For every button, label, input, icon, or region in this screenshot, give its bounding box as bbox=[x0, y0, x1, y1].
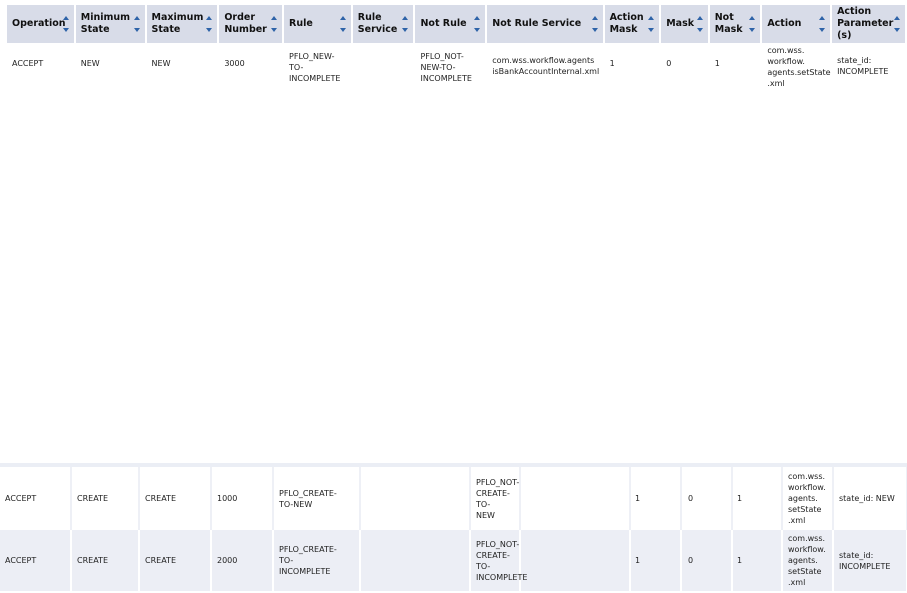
column-header-action-parameters[interactable]: Action Parameter (s) bbox=[832, 5, 907, 43]
cell-action-mask: 1 bbox=[630, 467, 682, 530]
column-header-operation[interactable]: Operation bbox=[7, 5, 76, 43]
column-header-maximum-state[interactable]: Maximum State bbox=[146, 5, 220, 43]
sort-ascending-icon[interactable] bbox=[271, 16, 278, 20]
header-row: Operation Minimum State Maximum State Or… bbox=[7, 5, 907, 43]
cell-minimum-state: CREATE bbox=[71, 467, 140, 530]
sort-descending-icon[interactable] bbox=[648, 28, 655, 32]
cell-action-mask: 1 bbox=[609, 59, 615, 68]
cell-action-parameters: state_id: INCOMPLETE bbox=[837, 56, 889, 76]
sort-descending-icon[interactable] bbox=[271, 28, 278, 32]
cell-not-rule: PFLO_NOT- NEW-TO- INCOMPLETE bbox=[420, 52, 472, 83]
table-row: ACCEPT CREATE CREATE 1000 PFLO_CREATE- T… bbox=[0, 467, 907, 530]
sort-descending-icon[interactable] bbox=[696, 28, 703, 32]
column-header-order-number[interactable]: Order Number bbox=[219, 5, 285, 43]
column-header-action-mask[interactable]: Action Mask bbox=[604, 5, 662, 43]
cell-not-rule-service bbox=[520, 530, 631, 591]
column-header-not-mask[interactable]: Not Mask bbox=[709, 5, 763, 43]
cell-maximum-state: CREATE bbox=[139, 530, 212, 591]
cell-mask: 0 bbox=[681, 467, 733, 530]
sort-arrows[interactable] bbox=[133, 16, 142, 33]
sort-arrows[interactable] bbox=[402, 16, 410, 33]
cell-rule: PFLO_CREATE- TO-NEW bbox=[273, 467, 361, 530]
cell-not-rule: PFLO_NOT- CREATE-TO- INCOMPLETE bbox=[470, 530, 527, 591]
sort-arrows[interactable] bbox=[819, 16, 827, 33]
sort-ascending-icon[interactable] bbox=[696, 16, 703, 20]
sort-arrows[interactable] bbox=[474, 16, 482, 33]
cell-not-rule-service bbox=[520, 467, 631, 530]
sort-ascending-icon[interactable] bbox=[648, 16, 655, 20]
cell-rule: PFLO_CREATE- TO- INCOMPLETE bbox=[273, 530, 361, 591]
column-header-rule-service[interactable]: Rule Service bbox=[352, 5, 416, 43]
cell-operation: ACCEPT bbox=[0, 467, 72, 530]
cell-maximum-state: NEW bbox=[151, 59, 171, 68]
sort-arrows[interactable] bbox=[591, 16, 600, 33]
cell-minimum-state: CREATE bbox=[71, 530, 140, 591]
cell-not-rule: PFLO_NOT- CREATE-TO- NEW bbox=[470, 467, 521, 530]
table-row: ACCEPT CREATE CREATE 2000 PFLO_CREATE- T… bbox=[0, 530, 907, 591]
column-header-minimum-state[interactable]: Minimum State bbox=[75, 5, 147, 43]
sort-ascending-icon[interactable] bbox=[402, 16, 409, 20]
sort-descending-icon[interactable] bbox=[133, 28, 140, 32]
cell-action-parameters: state_id: NEW bbox=[833, 467, 907, 530]
cell-action-parameters: state_id: INCOMPLETE bbox=[833, 530, 907, 591]
sort-arrows[interactable] bbox=[339, 16, 348, 33]
sort-ascending-icon[interactable] bbox=[894, 16, 900, 20]
cell-operation: ACCEPT bbox=[12, 59, 44, 68]
cell-not-rule-service: com.wss.workflow.agents isBankAccountInt… bbox=[492, 56, 600, 76]
sort-ascending-icon[interactable] bbox=[62, 16, 69, 20]
cell-mask: 0 bbox=[666, 59, 672, 68]
table-row: ACCEPT NEW NEW 3000 PFLO_NEW- TO- INCOMP… bbox=[7, 43, 907, 89]
cell-minimum-state: NEW bbox=[80, 59, 100, 68]
cell-action: com.wss. workflow. agents.setState .xml bbox=[767, 46, 831, 88]
column-header-label: Not Rule Service bbox=[492, 18, 582, 29]
cell-action: com.wss. workflow. agents. setState .xml bbox=[782, 530, 834, 591]
cell-not-mask: 1 bbox=[732, 530, 783, 591]
sort-arrows[interactable] bbox=[696, 16, 705, 33]
column-header-rule[interactable]: Rule bbox=[284, 5, 353, 43]
rules-table-bottom: ACCEPT CREATE CREATE 1000 PFLO_CREATE- T… bbox=[0, 467, 907, 591]
column-header-not-rule-service[interactable]: Not Rule Service bbox=[487, 5, 605, 43]
cell-order-number: 1000 bbox=[211, 467, 274, 530]
sort-arrows[interactable] bbox=[648, 16, 656, 33]
sort-arrows[interactable] bbox=[749, 16, 757, 33]
cell-operation: ACCEPT bbox=[0, 530, 72, 591]
rules-table-bottom-section: ACCEPT CREATE CREATE 1000 PFLO_CREATE- T… bbox=[0, 463, 907, 591]
sort-ascending-icon[interactable] bbox=[339, 16, 346, 20]
cell-rule-service bbox=[360, 467, 471, 530]
cell-action: com.wss. workflow. agents. setState .xml bbox=[782, 467, 834, 530]
cell-maximum-state: CREATE bbox=[139, 467, 212, 530]
sort-descending-icon[interactable] bbox=[591, 28, 598, 32]
cell-not-mask: 1 bbox=[714, 59, 720, 68]
cell-order-number: 2000 bbox=[211, 530, 274, 591]
column-header-mask[interactable]: Mask bbox=[661, 5, 710, 43]
cell-action-mask: 1 bbox=[630, 530, 682, 591]
sort-descending-icon[interactable] bbox=[894, 28, 900, 32]
cell-rule-service bbox=[353, 43, 416, 89]
sort-ascending-icon[interactable] bbox=[133, 16, 140, 20]
cell-rule-service bbox=[360, 530, 471, 591]
sort-descending-icon[interactable] bbox=[749, 28, 756, 32]
cell-mask: 0 bbox=[681, 530, 733, 591]
sort-ascending-icon[interactable] bbox=[474, 16, 481, 20]
sort-ascending-icon[interactable] bbox=[206, 16, 213, 20]
sort-arrows[interactable] bbox=[206, 16, 214, 33]
sort-ascending-icon[interactable] bbox=[749, 16, 756, 20]
cell-order-number: 3000 bbox=[224, 59, 245, 68]
sort-descending-icon[interactable] bbox=[62, 28, 69, 32]
sort-descending-icon[interactable] bbox=[402, 28, 409, 32]
sort-descending-icon[interactable] bbox=[819, 28, 826, 32]
sort-arrows[interactable] bbox=[62, 16, 71, 33]
sort-descending-icon[interactable] bbox=[206, 28, 213, 32]
sort-ascending-icon[interactable] bbox=[591, 16, 598, 20]
sort-descending-icon[interactable] bbox=[339, 28, 346, 32]
sort-arrows[interactable] bbox=[271, 16, 279, 33]
sort-ascending-icon[interactable] bbox=[819, 16, 826, 20]
column-header-action[interactable]: Action bbox=[762, 5, 833, 43]
cell-not-mask: 1 bbox=[732, 467, 783, 530]
sort-descending-icon[interactable] bbox=[474, 28, 481, 32]
sort-arrows[interactable] bbox=[894, 16, 902, 33]
cell-rule: PFLO_NEW- TO- INCOMPLETE bbox=[289, 52, 341, 83]
column-header-not-rule[interactable]: Not Rule bbox=[415, 5, 488, 43]
rules-table-top: Operation Minimum State Maximum State Or… bbox=[7, 5, 907, 89]
